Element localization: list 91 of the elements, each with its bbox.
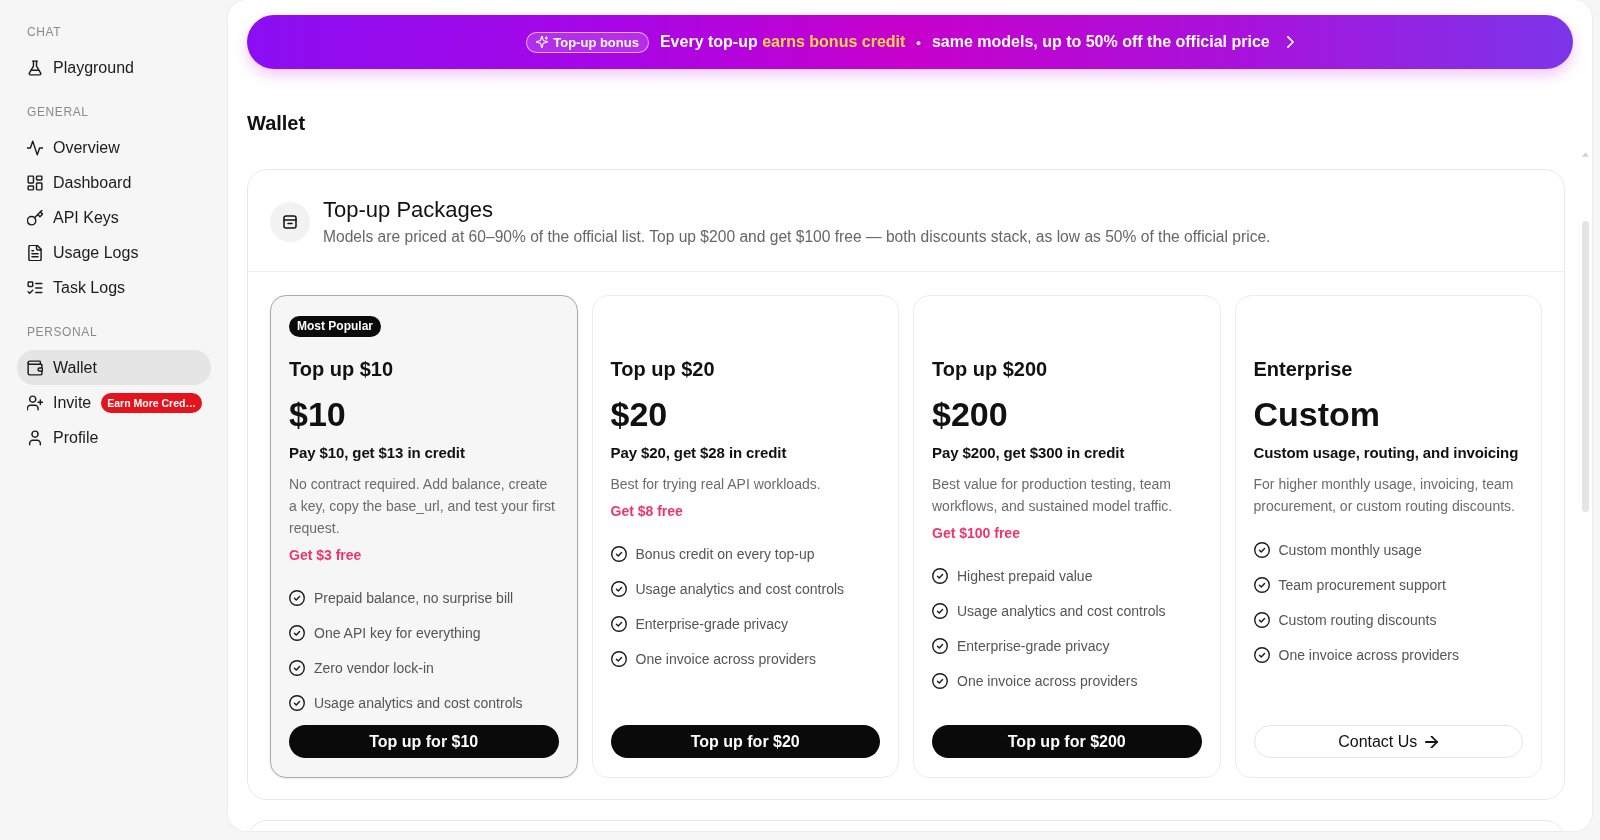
check-circle-icon: [932, 673, 948, 689]
banner-detail: same models, up to 50% off the official price: [931, 33, 1270, 51]
bonus-text: Get $3 free: [289, 546, 363, 565]
check-circle-icon: [932, 568, 948, 584]
sidebar-item[interactable]: Wallet: [17, 350, 211, 385]
page-title: Wallet: [247, 111, 307, 135]
top-up-button[interactable]: Top up for $20: [610, 725, 880, 758]
package-title: Top up $10: [289, 357, 395, 382]
package-price: $200: [932, 394, 1009, 434]
check-circle-icon: [610, 651, 627, 667]
feature-text: Zero vendor lock-in: [314, 660, 434, 676]
user-plus-icon: [27, 394, 43, 411]
feature-text: One API key for everything: [314, 625, 481, 641]
bonus-text: Get $8 free: [610, 502, 684, 521]
credit-summary: Pay $200, get $300 in credit: [932, 443, 1126, 463]
section-heading: CHAT: [26, 24, 63, 40]
contact-button[interactable]: Contact Us: [1253, 725, 1523, 758]
feature-text: One invoice across providers: [957, 673, 1138, 689]
checklist-icon: [27, 279, 43, 296]
feature-text: One invoice across providers: [1278, 647, 1460, 663]
document-icon: [27, 244, 43, 261]
key-icon: [27, 209, 43, 226]
section-heading: PERSONAL: [26, 324, 99, 340]
activity-icon: [27, 139, 43, 156]
feature-text: Usage analytics and cost controls: [314, 695, 523, 711]
credit-summary: Pay $10, get $13 in credit: [289, 443, 466, 463]
package-description: For higher monthly usage, invoicing, team procurement, or custom routing discounts.: [1253, 475, 1516, 516]
section-title: Top-up Packages: [323, 196, 494, 224]
badge-label: Top-up bonus: [553, 34, 639, 50]
flask-icon: [27, 59, 43, 76]
section-heading: GENERAL: [26, 104, 90, 120]
package-title: Top up $200: [932, 357, 1049, 382]
check-circle-icon: [932, 603, 948, 619]
check-circle-icon: [289, 590, 305, 606]
check-circle-icon: [289, 660, 305, 676]
credit-summary: Custom usage, routing, and invoicing: [1253, 443, 1520, 463]
arrow-right-icon: [1425, 735, 1439, 748]
package-price: $10: [289, 394, 347, 434]
popular-badge: Most Popular: [289, 316, 381, 337]
top-up-button[interactable]: Top up for $200: [932, 725, 1202, 758]
top-up-button[interactable]: Top up for $10: [289, 725, 559, 758]
package-title: Enterprise: [1253, 357, 1354, 382]
check-circle-icon: [1253, 612, 1270, 628]
sparkle-icon: [536, 36, 549, 48]
check-circle-icon: [610, 616, 627, 632]
sidebar-item[interactable]: Dashboard: [17, 165, 211, 200]
sidebar-item[interactable]: Overview: [17, 130, 211, 165]
sidebar-item[interactable]: Usage Logs: [17, 235, 211, 270]
sidebar-item[interactable]: Task Logs: [17, 270, 211, 305]
package-description: Best for trying real API workloads.: [610, 475, 822, 494]
package-description: Best value for production testing, team workflows, and sustained model traffic.: [932, 475, 1174, 516]
package-price: Custom: [1253, 394, 1382, 434]
package-price: $20: [610, 394, 669, 434]
check-circle-icon: [1253, 647, 1270, 663]
tray-icon: [270, 202, 310, 242]
feature-text: One invoice across providers: [635, 651, 817, 667]
check-circle-icon: [1253, 542, 1270, 558]
check-circle-icon: [1253, 577, 1270, 593]
sidebar-item[interactable]: Invite Earn More Cred…: [17, 385, 211, 420]
section-subtitle: Models are priced at 60–90% of the official list. Top up $200 and get $100 free — both discounts stack, as low as 50% of the official price.: [323, 227, 1271, 247]
sidebar-item[interactable]: Profile: [17, 420, 211, 455]
banner-message: Every top-up earns bonus credit: [659, 33, 906, 51]
check-circle-icon: [610, 581, 627, 597]
scroll-up-arrow-icon[interactable]: [1582, 152, 1589, 157]
feature-text: Custom monthly usage: [1278, 542, 1422, 558]
separator-dot: •: [916, 34, 921, 50]
dashboard-icon: [27, 174, 43, 191]
package-title: Top up $20: [610, 357, 716, 382]
promo-badge: Earn More Cred…: [101, 392, 202, 413]
feature-text: Usage analytics and cost controls: [635, 581, 845, 597]
feature-text: Usage analytics and cost controls: [957, 603, 1166, 619]
user-icon: [27, 429, 43, 446]
check-circle-icon: [932, 638, 948, 654]
scrollbar-thumb[interactable]: [1582, 221, 1589, 512]
feature-text: Bonus credit on every top-up: [635, 546, 815, 562]
feature-text: Prepaid balance, no surprise bill: [314, 590, 514, 606]
feature-text: Enterprise-grade privacy: [635, 616, 788, 632]
sidebar-item[interactable]: API Keys: [17, 200, 211, 235]
check-circle-icon: [289, 625, 305, 641]
chevron-right-icon[interactable]: [1286, 36, 1294, 48]
feature-text: Team procurement support: [1278, 577, 1446, 593]
check-circle-icon: [610, 546, 627, 562]
feature-text: Custom routing discounts: [1278, 612, 1437, 628]
feature-text: Enterprise-grade privacy: [957, 638, 1110, 654]
feature-text: Highest prepaid value: [957, 568, 1093, 584]
check-circle-icon: [289, 695, 305, 711]
wallet-icon: [27, 359, 43, 376]
credit-summary: Pay $20, get $28 in credit: [610, 443, 788, 463]
bonus-text: Get $100 free: [932, 524, 1021, 543]
sidebar-item[interactable]: Playground: [17, 50, 211, 85]
package-description: No contract required. Add balance, create a key, copy the base_url, and test your first request.: [289, 475, 556, 538]
